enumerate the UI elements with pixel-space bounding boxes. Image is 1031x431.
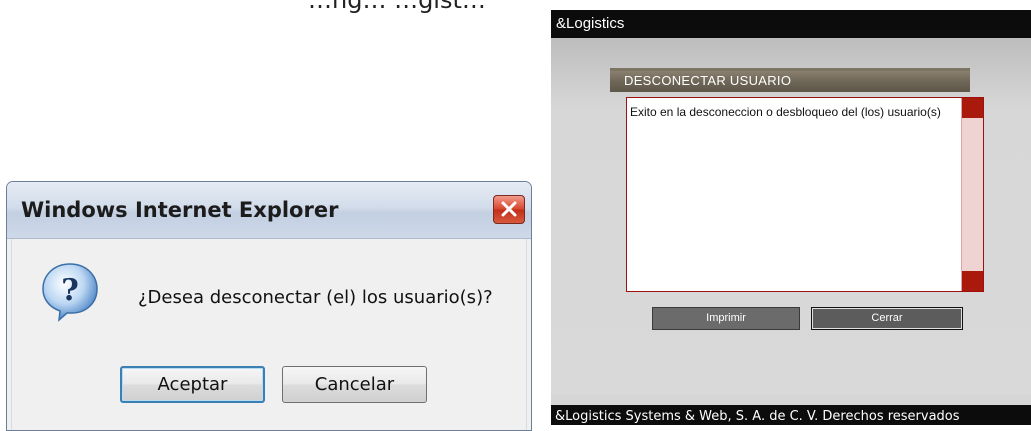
dialog-message: ¿Desea desconectar (el) los usuario(s)? [138,287,493,308]
cropped-heading: …ng… …gist… [308,0,486,14]
footer-spacer [551,395,1031,405]
app-header: &Logistics [551,10,1031,38]
close-button[interactable] [493,195,525,224]
panel-header: DESCONECTAR USUARIO [610,68,970,92]
dialog-titlebar[interactable]: Windows Internet Explorer [7,182,531,239]
print-button[interactable]: Imprimir [652,307,800,330]
dialog-body: ? ¿Desea desconectar (el) los usuario(s)… [11,239,527,430]
confirm-dialog: Windows Internet Explorer ? ¿Desea desco… [6,181,532,431]
logistics-window: &Logistics DESCONECTAR USUARIO Exito en … [551,10,1031,425]
footer-text: &Logistics Systems & Web, S. A. de C. V.… [555,409,960,424]
scrollbar[interactable] [961,98,983,291]
close-icon [501,201,517,217]
close-panel-button[interactable]: Cerrar [811,307,963,330]
dialog-title: Windows Internet Explorer [21,198,339,222]
app-footer: &Logistics Systems & Web, S. A. de C. V.… [551,405,1031,425]
scroll-up-arrow[interactable] [962,98,983,118]
svg-text:?: ? [61,273,79,308]
app-brand: &Logistics [556,15,625,32]
accept-button[interactable]: Aceptar [120,366,265,403]
result-message: Exito en la desconeccion o desbloqueo de… [630,105,941,119]
scroll-down-arrow[interactable] [962,271,983,291]
panel-title: DESCONECTAR USUARIO [624,73,792,88]
result-textarea[interactable]: Exito en la desconeccion o desbloqueo de… [626,97,984,292]
question-icon: ? [42,263,98,322]
cancel-button[interactable]: Cancelar [282,366,427,403]
